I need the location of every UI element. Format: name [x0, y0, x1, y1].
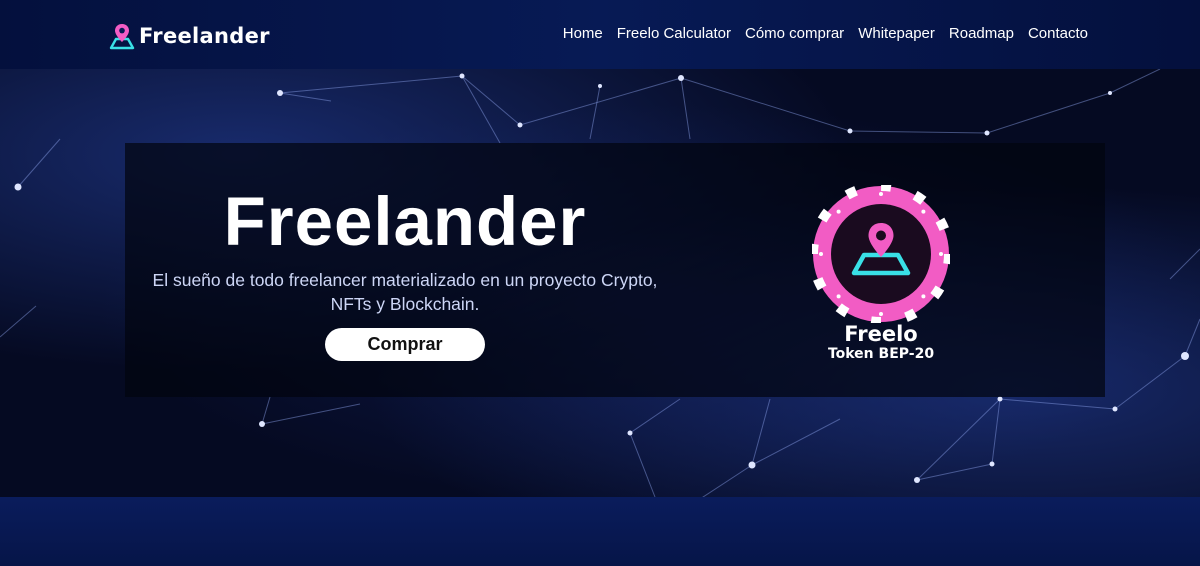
brand-logo[interactable]: Freelander: [107, 22, 270, 50]
nav-freelo-calculator[interactable]: Freelo Calculator: [617, 25, 731, 42]
next-section: [0, 497, 1200, 566]
map-pin-icon: [109, 24, 135, 50]
buy-button[interactable]: Comprar: [325, 328, 485, 361]
hero-section: Freelander El sueño de todo freelancer m…: [0, 69, 1200, 497]
brand-name: Freelander: [139, 24, 270, 48]
nav-como-comprar[interactable]: Cómo comprar: [745, 25, 844, 42]
nav-roadmap[interactable]: Roadmap: [949, 25, 1014, 42]
map-pin-coin-icon: [812, 185, 950, 323]
navbar: Freelander Home Freelo Calculator Cómo c…: [0, 0, 1200, 69]
token-name: Freelo: [844, 322, 918, 346]
nav-home[interactable]: Home: [563, 25, 603, 42]
token-standard: Token BEP-20: [827, 346, 935, 362]
hero-title: Freelander: [223, 183, 587, 260]
nav-whitepaper[interactable]: Whitepaper: [858, 25, 935, 42]
main-nav: Home Freelo Calculator Cómo comprar Whit…: [563, 25, 1088, 42]
hero-subtitle: El sueño de todo freelancer materializad…: [152, 270, 658, 314]
nav-contacto[interactable]: Contacto: [1028, 25, 1088, 42]
